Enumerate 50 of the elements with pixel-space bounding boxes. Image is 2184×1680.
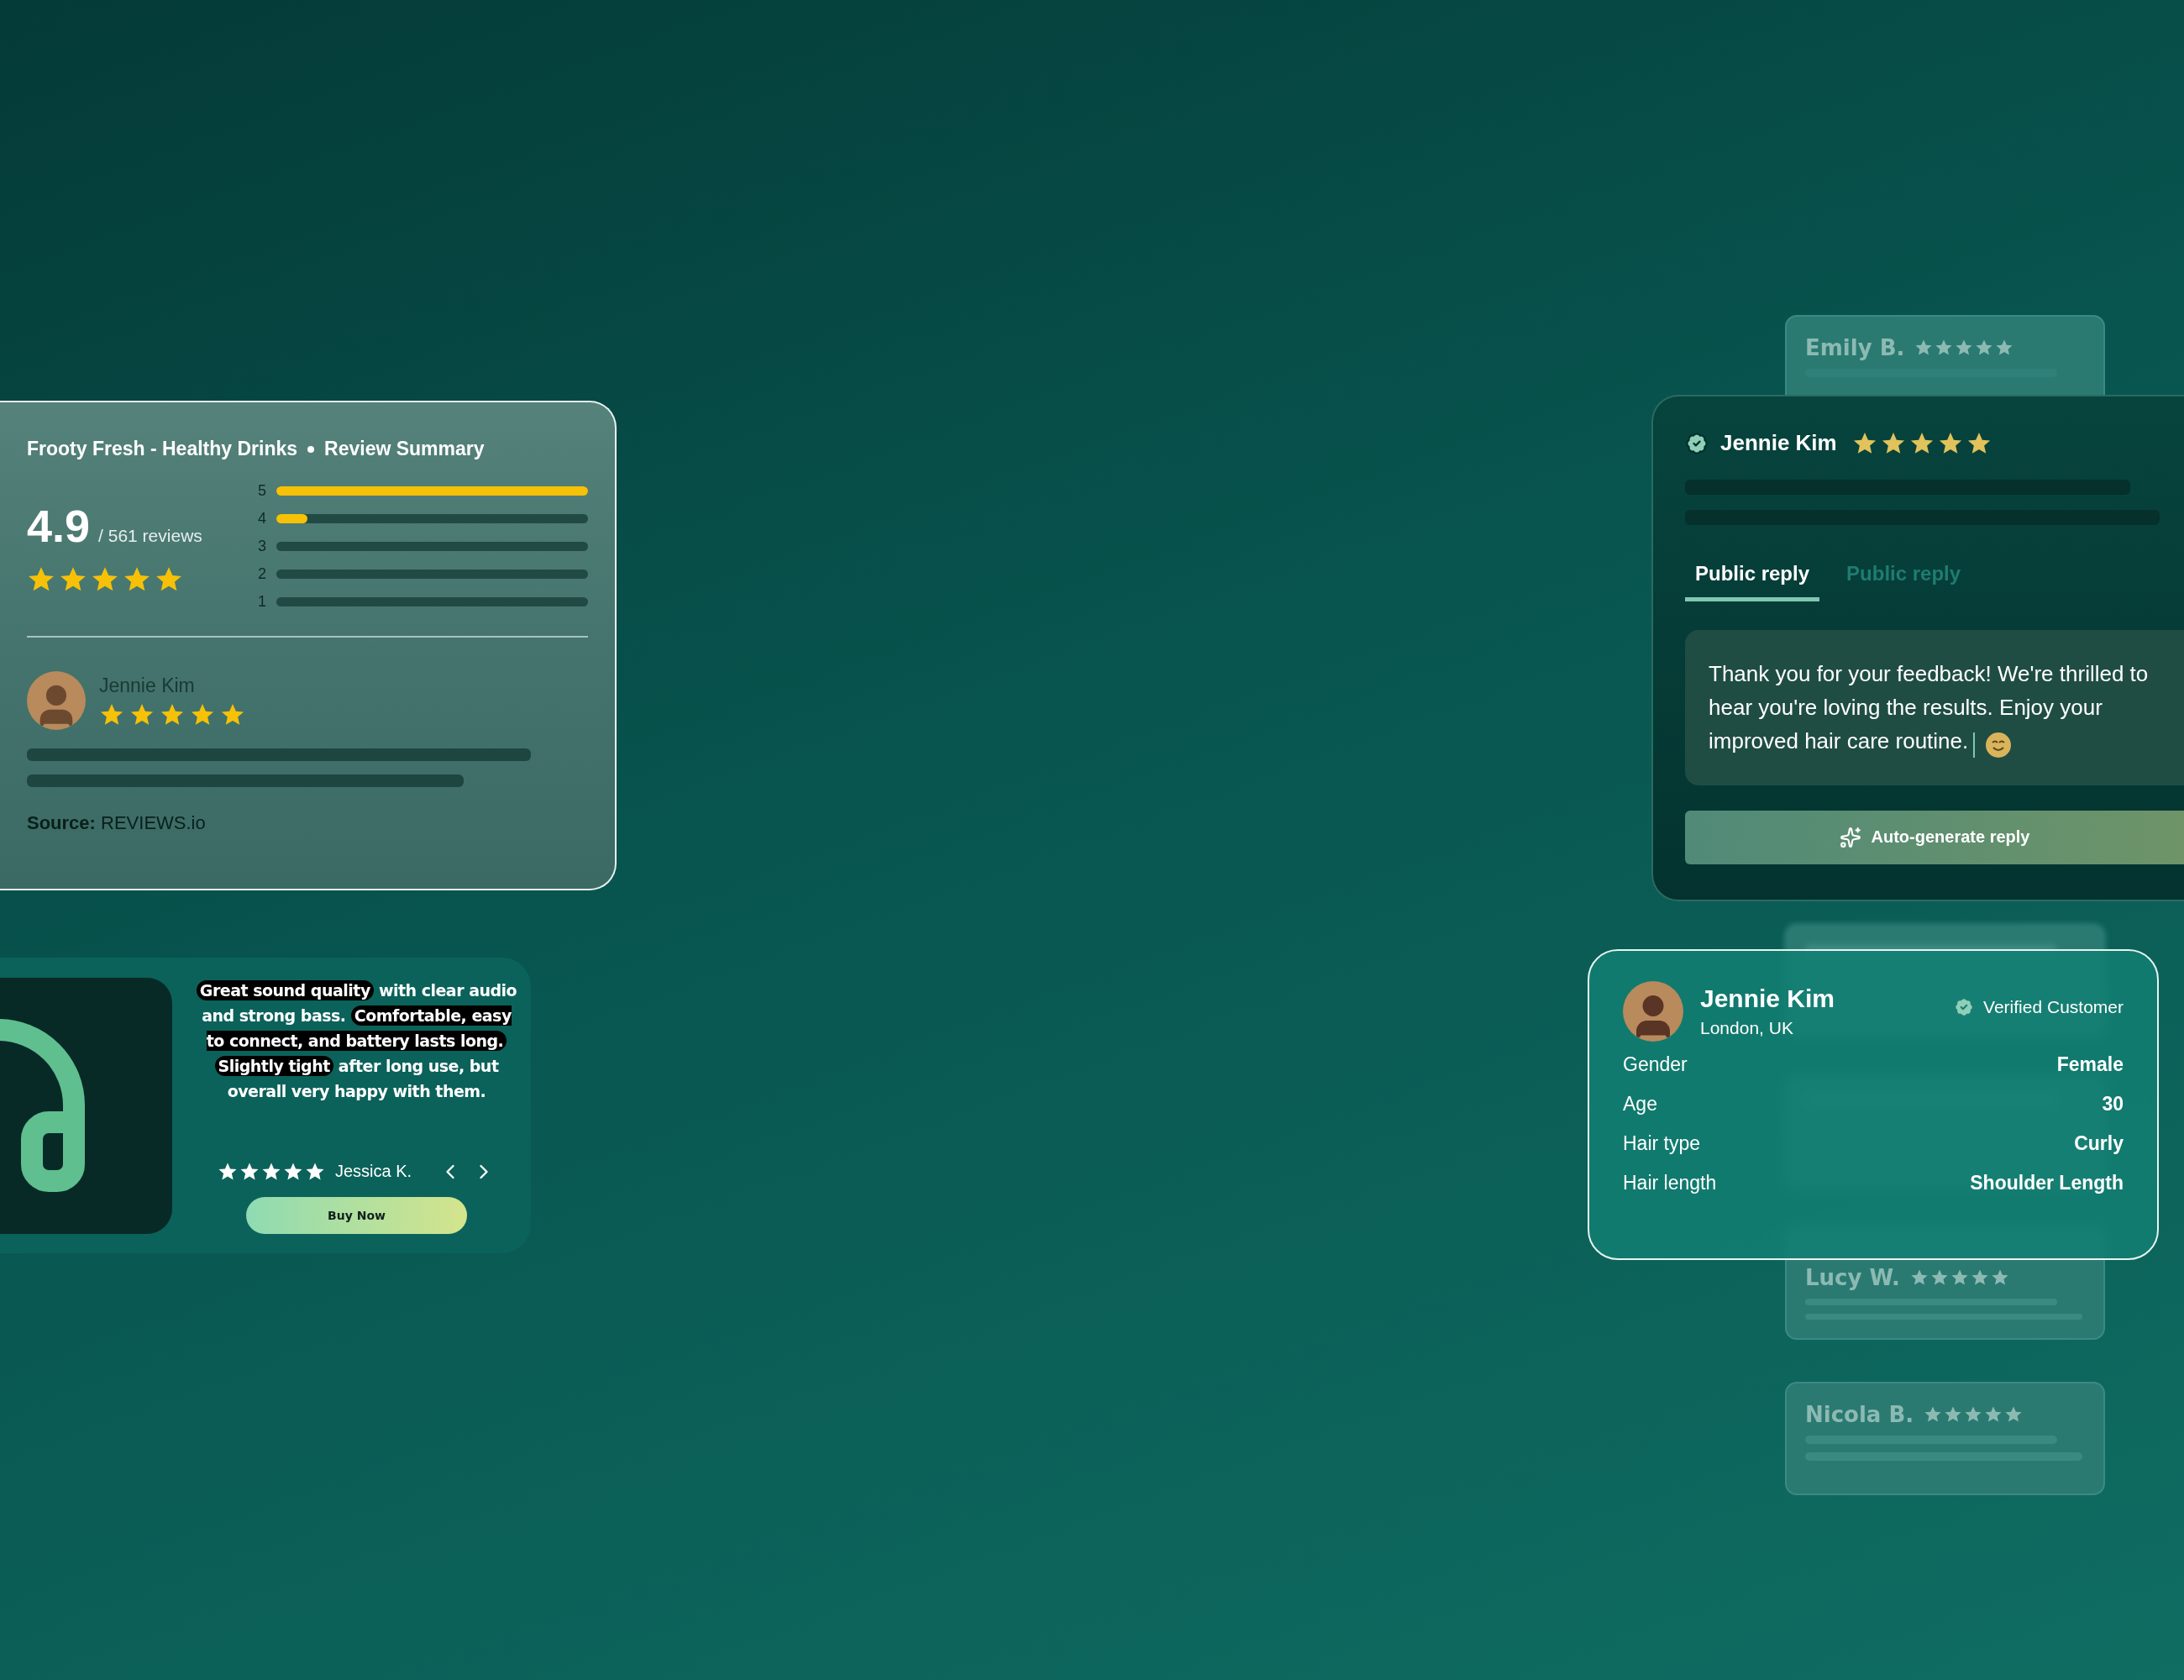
reviewer-name: Nicola B. [1805, 1402, 1914, 1427]
section-title: Review Summary [324, 438, 485, 460]
auto-generate-button[interactable]: Auto-generate reply [1685, 810, 2184, 864]
review-text: Great sound quality with clear audio and strong bass. Comfortable, easy to connect, and battery lasts long. Slightly tight after long use, but overall very happy with them. [191, 977, 522, 1104]
star-icon [1914, 339, 1934, 357]
star-icon [1970, 1268, 1989, 1287]
source-text: Source: REVIEWS.io [27, 812, 207, 834]
star-icon [1950, 1268, 1969, 1287]
reply-tab[interactable]: Public reply [1685, 554, 1820, 601]
buy-now-button[interactable]: Buy Now [246, 1196, 467, 1234]
star-icon [1964, 1405, 1983, 1424]
verified-label: Verified Customer [1983, 997, 2124, 1017]
customer-location: London, UK [1700, 1018, 1794, 1038]
star-icon [1975, 339, 1994, 357]
star-icon [1955, 339, 1974, 357]
star-icon [2004, 1405, 2024, 1424]
attribute-label: Gender [1623, 1053, 1688, 1076]
rating-label: 2 [258, 565, 267, 583]
rating-label: 1 [258, 593, 267, 611]
customer-name: Jennie Kim [1700, 984, 1836, 1013]
star-icon [1935, 339, 1954, 357]
attribute-value: Curly [2074, 1132, 2124, 1155]
product-title: Frooty Fresh - Healthy Drinks [27, 438, 298, 460]
reviewer-name: Emily B. [1805, 335, 1905, 360]
reviewer-name: Lucy W. [1805, 1265, 1900, 1290]
sparkles-icon [1839, 826, 1861, 848]
review-count: / 561 reviews [98, 525, 202, 546]
rating-label: 3 [258, 538, 267, 555]
star-icon [1909, 1268, 1929, 1287]
average-score: 4.9 [27, 499, 91, 552]
reviewer-name: Jennie Kim [1720, 430, 1837, 456]
rating-label: 5 [258, 482, 267, 500]
attribute-label: Hair type [1623, 1132, 1701, 1155]
attribute-label: Hair length [1623, 1172, 1717, 1194]
reviewer-name: Jennie Kim [99, 674, 196, 697]
attribute-label: Age [1623, 1093, 1657, 1116]
attribute-value: 30 [2102, 1093, 2124, 1116]
star-icon [1944, 1405, 1963, 1424]
star-icon [1995, 339, 2014, 357]
rating-label: 4 [258, 510, 267, 528]
separator-dot [307, 445, 315, 453]
attribute-value: Female [2056, 1053, 2124, 1076]
smiling-face-icon [1985, 731, 2013, 759]
star-icon [1924, 1405, 1943, 1424]
reply-text-area[interactable]: Thank you for your feedback! We're thrilled to hear you're loving the results. Enjoy your improved hair care routine. [1685, 630, 2184, 785]
reviewer-name: Jessica K. [334, 1162, 412, 1181]
star-icon [1929, 1268, 1949, 1287]
attribute-value: Shoulder Length [1970, 1172, 2124, 1194]
star-icon [1984, 1405, 2003, 1424]
star-icon [1990, 1268, 2009, 1287]
